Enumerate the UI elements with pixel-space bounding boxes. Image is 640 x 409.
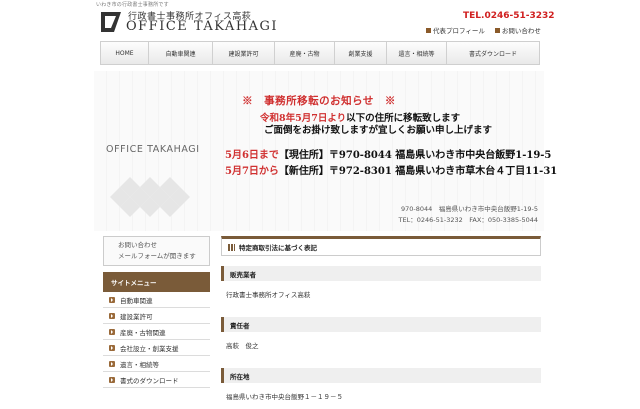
arrow-bullet-icon: [109, 296, 115, 303]
hero-contact-info: 970-8044 福島県いわき市中央台飯野1-19-5 TEL：0246-51-…: [399, 204, 538, 226]
arrow-bullet-icon: [109, 312, 115, 319]
contact-link-label: お問い合わせ: [501, 27, 541, 35]
hero-info-phone: TEL：0246-51-3232 FAX：050-3385-5044: [398, 216, 538, 224]
hero-info-address: 970-8044 福島県いわき市中央台飯野1-19-5: [400, 205, 538, 213]
nav-item-inheritance[interactable]: 遺言・相続等: [387, 42, 447, 64]
arrow-bullet-icon: [109, 376, 115, 383]
sidebar-menu-title: サイトメニュー: [103, 272, 210, 292]
main-content: 特定商取引法に基づく表記 販売業者 行政書士事務所オフィス高萩 責任者 高萩 俊…: [221, 236, 541, 409]
current-address-date: 5月6日まで: [225, 150, 279, 161]
site-tagline: いわき市の行政書士事務所です: [96, 2, 169, 8]
sidebar-item-inheritance[interactable]: 遺言・相続等: [103, 356, 210, 372]
sidebar-item-auto[interactable]: 自動車関連: [103, 292, 210, 308]
header-phone[interactable]: TEL.0246-51-3232: [463, 11, 555, 21]
new-address: 5月7日から【新住所】〒972-8301 福島県いわき市草木台４丁目11-31: [225, 162, 557, 177]
sidebar-item-label: 自動車関連: [120, 296, 153, 305]
nav-item-download[interactable]: 書式ダウンロード: [447, 42, 539, 64]
sidebar-item-label: 書式のダウンロード: [120, 376, 179, 385]
nav-item-construction[interactable]: 建設業許可: [213, 42, 275, 64]
field-label-seller: 販売業者: [221, 266, 541, 281]
sidebar-item-label: 会社設立・創業支援: [120, 344, 179, 353]
field-value-location: 福島県いわき市中央台飯野１－１９－５: [226, 393, 343, 401]
diamond-pattern-icon: [110, 177, 190, 217]
nav-item-waste[interactable]: 産廃・古物: [275, 42, 335, 64]
section-title: 特定商取引法に基づく表記: [221, 236, 541, 256]
arrow-bullet-icon: [109, 344, 115, 351]
sidebar-contact-title: お問い合わせ: [118, 241, 157, 249]
sidebar-contact-button[interactable]: お問い合わせ メールフォームが開きます: [103, 236, 210, 266]
profile-link-label: 代表プロフィール: [433, 27, 485, 35]
current-address-text: 【現住所】〒970-8044 福島県いわき市中央台飯野1-19-5: [278, 150, 552, 161]
profile-link[interactable]: 代表プロフィール: [426, 25, 485, 35]
new-address-date: 5月7日から: [225, 166, 279, 177]
sidebar-item-construction[interactable]: 建設業許可: [103, 308, 210, 324]
section-title-icon: [228, 243, 235, 251]
nav-item-home[interactable]: HOME: [101, 42, 149, 64]
header-links: 代表プロフィール お問い合わせ: [426, 25, 541, 35]
square-bullet-icon: [426, 27, 431, 33]
sidebar: お問い合わせ メールフォームが開きます サイトメニュー 自動車関連 建設業許可 …: [103, 236, 210, 388]
sidebar-item-waste[interactable]: 産廃・古物関連: [103, 324, 210, 340]
sidebar-item-label: 遺言・相続等: [120, 360, 159, 369]
hero-office-name: OFFICE TAKAHAGI: [106, 144, 200, 155]
square-bullet-icon: [494, 27, 500, 33]
sidebar-item-download[interactable]: 書式のダウンロード: [103, 372, 210, 388]
main-nav: HOME 自動車関連 建設業許可 産廃・古物 創業支援 遺言・相続等 書式ダウン…: [100, 41, 540, 65]
notice-line-3: ご面倒をお掛け致しますが宜しくお願い申し上げます: [264, 125, 493, 136]
field-label-location: 所在地: [221, 368, 541, 383]
site-logo[interactable]: 行政書士事務所オフィス高萩 OFFICE TAKAHAGI: [98, 9, 277, 35]
nav-item-startup[interactable]: 創業支援: [335, 42, 387, 64]
hero-banner: ※ 事務所移転のお知らせ ※ 令和8年5月7日より以下の住所に移転致します ご面…: [94, 71, 557, 231]
sidebar-contact-subtitle: メールフォームが開きます: [118, 252, 196, 260]
nav-item-auto[interactable]: 自動車関連: [149, 42, 213, 64]
notice-title: ※ 事務所移転のお知らせ ※: [242, 95, 396, 107]
sidebar-item-label: 建設業許可: [120, 312, 153, 321]
logo-mark-icon: [101, 12, 121, 32]
new-address-text: 【新住所】〒972-8301 福島県いわき市草木台４丁目11-31: [278, 166, 558, 177]
field-value-seller: 行政書士事務所オフィス高萩: [226, 291, 311, 299]
sidebar-item-startup[interactable]: 会社設立・創業支援: [103, 340, 210, 356]
current-address: 5月6日まで【現住所】〒970-8044 福島県いわき市中央台飯野1-19-5: [225, 146, 551, 161]
contact-link[interactable]: お問い合わせ: [494, 25, 541, 35]
field-label-manager: 責任者: [221, 317, 541, 332]
arrow-bullet-icon: [109, 360, 115, 367]
arrow-bullet-icon: [109, 328, 115, 335]
sidebar-item-label: 産廃・古物関連: [120, 328, 166, 337]
section-title-text: 特定商取引法に基づく表記: [239, 244, 317, 252]
field-value-manager: 高萩 俊之: [226, 342, 259, 350]
logo-english-name: OFFICE TAKAHAGI: [126, 19, 279, 34]
